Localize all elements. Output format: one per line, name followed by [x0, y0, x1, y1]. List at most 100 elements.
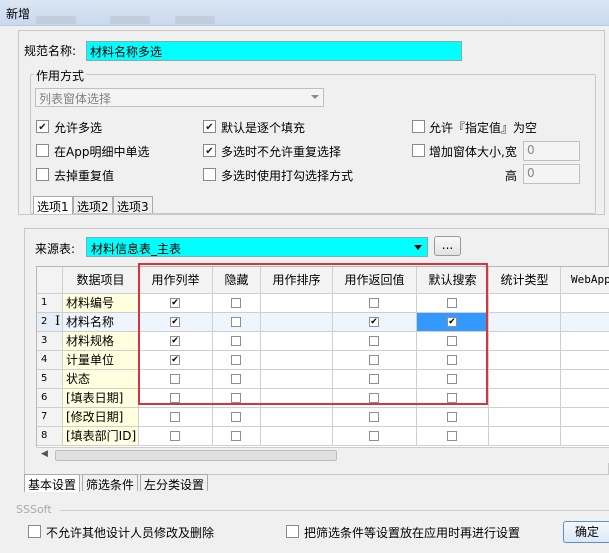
col-header-return[interactable]: 用作返回值 — [333, 267, 417, 294]
return-cell[interactable] — [333, 332, 417, 351]
hide-checkbox[interactable] — [231, 317, 241, 327]
sort-cell[interactable] — [261, 294, 333, 313]
hide-checkbox[interactable] — [231, 298, 241, 308]
fill-one-by-one-checkbox[interactable] — [203, 120, 216, 133]
hide-cell[interactable] — [213, 370, 261, 389]
allow-multi-checkbox[interactable] — [36, 120, 49, 133]
sort-cell[interactable] — [261, 427, 333, 446]
webapp-cell[interactable] — [561, 332, 609, 351]
row-item-name[interactable]: 状态 — [63, 370, 139, 389]
search-checkbox[interactable] — [447, 431, 457, 441]
tab-option3[interactable]: 选项3 — [113, 196, 153, 214]
list-cell[interactable] — [139, 408, 213, 427]
hide-cell[interactable] — [213, 427, 261, 446]
hide-cell[interactable] — [213, 408, 261, 427]
list-cell[interactable] — [139, 313, 213, 332]
search-cell[interactable] — [417, 408, 489, 427]
list-cell[interactable] — [139, 294, 213, 313]
grid-hscrollbar[interactable]: ◀ — [37, 447, 609, 463]
stat-cell[interactable] — [489, 427, 561, 446]
webapp-cell[interactable] — [561, 294, 609, 313]
webapp-cell[interactable] — [561, 351, 609, 370]
allow-empty-checkbox[interactable] — [412, 120, 425, 133]
list-cell[interactable] — [139, 389, 213, 408]
row-item-name[interactable]: [填表部门ID] — [63, 427, 139, 446]
list-cell[interactable] — [139, 351, 213, 370]
list-cell[interactable] — [139, 370, 213, 389]
return-cell[interactable] — [333, 370, 417, 389]
no-modify-checkbox[interactable] — [28, 525, 41, 538]
hide-checkbox[interactable] — [231, 412, 241, 422]
col-header-webapp[interactable]: WebApp — [561, 267, 609, 294]
stat-cell[interactable] — [489, 351, 561, 370]
search-checkbox[interactable] — [447, 355, 457, 365]
stat-cell[interactable] — [489, 332, 561, 351]
browse-button[interactable]: ... — [434, 236, 461, 256]
source-table-combo[interactable]: 材料信息表_主表 — [86, 237, 428, 257]
grid-hscroll-thumb[interactable] — [55, 450, 337, 461]
mode-combo[interactable]: 列表窗体选择 — [35, 88, 324, 107]
enlarge-window-checkbox[interactable] — [412, 144, 425, 157]
return-checkbox[interactable] — [369, 336, 379, 346]
search-checkbox[interactable] — [447, 298, 457, 308]
apply-later-checkbox[interactable] — [286, 525, 299, 538]
return-cell[interactable] — [333, 294, 417, 313]
sort-cell[interactable] — [261, 351, 333, 370]
webapp-cell[interactable] — [561, 370, 609, 389]
hide-cell[interactable] — [213, 389, 261, 408]
return-checkbox[interactable] — [369, 317, 379, 327]
webapp-cell[interactable] — [561, 408, 609, 427]
webapp-cell[interactable] — [561, 389, 609, 408]
return-checkbox[interactable] — [369, 412, 379, 422]
hide-checkbox[interactable] — [231, 374, 241, 384]
list-checkbox[interactable] — [170, 374, 180, 384]
hide-checkbox[interactable] — [231, 355, 241, 365]
search-cell[interactable] — [417, 370, 489, 389]
no-duplicate-select-checkbox[interactable] — [203, 144, 216, 157]
list-cell[interactable] — [139, 427, 213, 446]
hide-checkbox[interactable] — [231, 393, 241, 403]
row-item-name[interactable]: [修改日期] — [63, 408, 139, 427]
col-header-hide[interactable]: 隐藏 — [213, 267, 261, 294]
return-cell[interactable] — [333, 408, 417, 427]
search-cell[interactable] — [417, 351, 489, 370]
return-cell[interactable] — [333, 389, 417, 408]
sort-cell[interactable] — [261, 370, 333, 389]
tab-filter-conditions[interactable]: 筛选条件 — [82, 474, 139, 492]
spec-name-input[interactable]: 材料名称多选 — [86, 41, 462, 61]
list-cell[interactable] — [139, 332, 213, 351]
col-header-sort[interactable]: 用作排序 — [261, 267, 333, 294]
row-item-name[interactable]: 材料名称 — [63, 313, 139, 332]
col-header-item[interactable]: 数据项目 — [63, 267, 139, 294]
scroll-left-icon[interactable]: ◀ — [41, 449, 48, 459]
row-item-name[interactable]: [填表日期] — [63, 389, 139, 408]
list-checkbox[interactable] — [170, 431, 180, 441]
width-input[interactable]: 0 — [523, 141, 580, 161]
tab-option2[interactable]: 选项2 — [73, 196, 113, 214]
search-checkbox[interactable] — [447, 393, 457, 403]
list-checkbox[interactable] — [170, 412, 180, 422]
list-checkbox[interactable] — [170, 336, 180, 346]
tab-left-category[interactable]: 左分类设置 — [140, 474, 209, 492]
tab-basic-settings[interactable]: 基本设置 — [24, 474, 81, 492]
webapp-cell[interactable] — [561, 427, 609, 446]
list-checkbox[interactable] — [170, 317, 180, 327]
webapp-cell[interactable] — [561, 313, 609, 332]
list-checkbox[interactable] — [170, 355, 180, 365]
return-checkbox[interactable] — [369, 374, 379, 384]
search-cell[interactable] — [417, 332, 489, 351]
search-cell[interactable] — [417, 389, 489, 408]
tab-option1[interactable]: 选项1 — [33, 196, 73, 214]
sort-cell[interactable] — [261, 408, 333, 427]
stat-cell[interactable] — [489, 370, 561, 389]
app-single-checkbox[interactable] — [36, 144, 49, 157]
remove-duplicates-checkbox[interactable] — [36, 168, 49, 181]
stat-cell[interactable] — [489, 294, 561, 313]
row-item-name[interactable]: 材料规格 — [63, 332, 139, 351]
stat-cell[interactable] — [489, 408, 561, 427]
sort-cell[interactable] — [261, 332, 333, 351]
search-cell[interactable] — [417, 294, 489, 313]
hide-cell[interactable] — [213, 351, 261, 370]
col-header-search[interactable]: 默认搜索 — [417, 267, 489, 294]
col-header-stat[interactable]: 统计类型 — [489, 267, 561, 294]
